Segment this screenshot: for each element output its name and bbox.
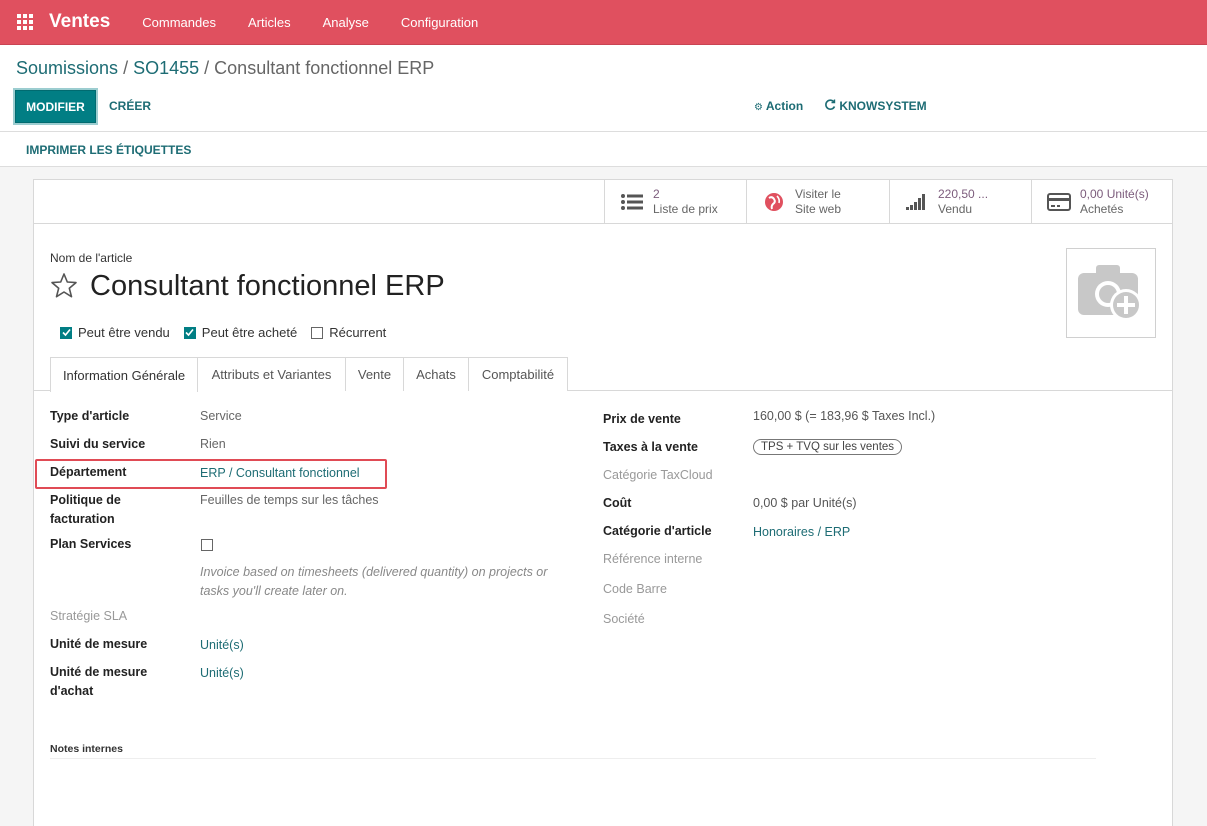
website-line1: Visiter le [795, 187, 841, 201]
purchased-value: 0,00 Unité(s) [1080, 187, 1149, 201]
tab-achats[interactable]: Achats [403, 357, 469, 391]
camera-plus-icon [1076, 261, 1146, 326]
action-menu-button[interactable]: ⚙ Action [754, 99, 803, 113]
invoice-policy-label-2: facturation [50, 512, 115, 526]
checkbox-unchecked-icon[interactable] [311, 326, 324, 339]
service-tracking-value[interactable]: Rien [200, 435, 226, 454]
type-label: Type d'article [50, 409, 130, 423]
sold-label: Vendu [938, 202, 973, 216]
knowsystem-label: KNOWSYSTEM [839, 99, 927, 113]
notebook-tabs: Information Générale Attributs et Varian… [34, 357, 1172, 392]
department-value[interactable]: ERP / Consultant fonctionnel [200, 464, 360, 483]
globe-icon [761, 191, 787, 213]
tax-tag[interactable]: TPS + TVQ sur les ventes [753, 439, 903, 455]
top-navbar: Ventes Commandes Articles Analyse Config… [0, 0, 1207, 45]
plan-services-label: Plan Services [50, 537, 132, 551]
apps-grid-icon[interactable] [16, 13, 34, 31]
tab-vente[interactable]: Vente [345, 357, 404, 391]
department-label: Département [50, 465, 127, 479]
uom-po-label-2: d'achat [50, 684, 94, 698]
refresh-icon [824, 99, 839, 113]
print-labels-button[interactable]: IMPRIMER LES ÉTIQUETTES [26, 143, 191, 157]
cost-label: Coût [603, 496, 632, 510]
taxcloud-label: Catégorie TaxCloud [603, 468, 713, 482]
smart-button-website[interactable]: Visiter le Site web [746, 180, 889, 224]
action-label: Action [765, 99, 804, 113]
tab-comptabilite[interactable]: Comptabilité [468, 357, 568, 391]
product-checkboxes: Peut être vendu Peut être acheté Récurre… [60, 325, 400, 340]
smart-button-pricelist[interactable]: 2 Liste de prix [604, 180, 746, 224]
nav-articles[interactable]: Articles [232, 15, 307, 30]
breadcrumb-so[interactable]: SO1455 [133, 58, 199, 78]
nav-configuration[interactable]: Configuration [385, 15, 494, 30]
sale-price-row: 160,00 $ (= 183,96 $ Taxes Incl.) [753, 407, 935, 426]
cost-unit: par Unité(s) [791, 496, 857, 510]
title-row: Consultant fonctionnel ERP [50, 270, 445, 303]
signal-icon [904, 191, 930, 213]
breadcrumb-separator: / [123, 58, 134, 78]
website-line2: Site web [795, 202, 842, 216]
smart-buttons-row: 2 Liste de prix Visiter le Site web 220,… [34, 180, 1172, 224]
uom-value[interactable]: Unité(s) [200, 636, 244, 655]
service-tracking-label: Suivi du service [50, 437, 146, 451]
nav-commandes[interactable]: Commandes [126, 15, 232, 30]
smart-button-sold[interactable]: 220,50 ... Vendu [889, 180, 1031, 224]
credit-card-icon [1046, 191, 1072, 213]
product-category-label: Catégorie d'article [603, 524, 712, 538]
internal-notes-label: Notes internes [50, 743, 123, 755]
uom-po-label-1: Unité de mesure [50, 665, 148, 679]
sold-value: 220,50 ... [938, 187, 989, 201]
type-value[interactable]: Service [200, 407, 242, 426]
can-be-sold-label: Peut être vendu [78, 325, 170, 340]
recurring-label: Récurrent [329, 325, 387, 340]
can-be-purchased-label: Peut être acheté [201, 325, 298, 340]
plan-hint-line1: Invoice based on timesheets (delivered q… [200, 565, 548, 579]
sale-price-value[interactable]: 160,00 $ [753, 409, 802, 423]
purchased-label: Achetés [1080, 202, 1124, 216]
recurring-checkbox[interactable]: Récurrent [311, 325, 386, 340]
plan-hint-line2: tasks you'll create later on. [200, 584, 348, 598]
tab-attributs-variantes[interactable]: Attributs et Variantes [197, 357, 346, 391]
list-icon [619, 191, 645, 213]
breadcrumb-separator: / [204, 58, 215, 78]
invoice-policy-label-1: Politique de [50, 493, 121, 507]
creer-button[interactable]: CRÉER [109, 99, 151, 113]
favorite-star-icon[interactable] [50, 272, 78, 302]
invoice-policy-value[interactable]: Feuilles de temps sur les tâches [200, 491, 379, 510]
pricelist-count: 2 [653, 187, 660, 201]
uom-po-value[interactable]: Unité(s) [200, 664, 244, 683]
checkbox-checked-icon[interactable] [183, 326, 196, 339]
gear-icon: ⚙ [754, 102, 763, 113]
breadcrumb-current: Consultant fonctionnel ERP [214, 58, 435, 78]
checkbox-checked-icon[interactable] [60, 326, 72, 339]
internal-ref-label: Référence interne [603, 552, 703, 566]
uom-label: Unité de mesure [50, 637, 148, 651]
knowsystem-button[interactable]: KNOWSYSTEM [824, 99, 927, 113]
tab-information-generale[interactable]: Information Générale [50, 357, 198, 392]
form-sheet: 2 Liste de prix Visiter le Site web 220,… [33, 179, 1173, 826]
cost-row: 0,00 $ par Unité(s) [753, 494, 857, 513]
smart-button-purchased[interactable]: 0,00 Unité(s) Achetés [1031, 180, 1172, 224]
sla-label: Stratégie SLA [50, 609, 128, 623]
breadcrumb-soumissions[interactable]: Soumissions [16, 58, 118, 78]
modifier-button[interactable]: MODIFIER [15, 90, 96, 123]
breadcrumb: Soumissions / SO1455 / Consultant foncti… [16, 58, 434, 79]
can-be-sold-checkbox[interactable]: Peut être vendu [60, 325, 170, 340]
product-image[interactable] [1066, 248, 1156, 338]
sale-taxes-label: Taxes à la vente [603, 440, 698, 454]
sale-price-label: Prix de vente [603, 412, 681, 426]
internal-notes-field[interactable] [50, 758, 1096, 759]
nav-analyse[interactable]: Analyse [307, 15, 385, 30]
company-label: Société [603, 612, 645, 626]
barcode-label: Code Barre [603, 582, 667, 596]
cost-value[interactable]: 0,00 $ [753, 496, 788, 510]
product-name-label: Nom de l'article [50, 251, 133, 265]
pricelist-label: Liste de prix [653, 202, 718, 216]
app-brand[interactable]: Ventes [49, 11, 110, 33]
can-be-purchased-checkbox[interactable]: Peut être acheté [183, 325, 298, 340]
product-category-value[interactable]: Honoraires / ERP [753, 523, 850, 542]
product-name[interactable]: Consultant fonctionnel ERP [90, 270, 445, 303]
sale-price-incl: (= 183,96 $ Taxes Incl.) [805, 409, 936, 423]
plan-services-checkbox[interactable] [201, 539, 213, 551]
